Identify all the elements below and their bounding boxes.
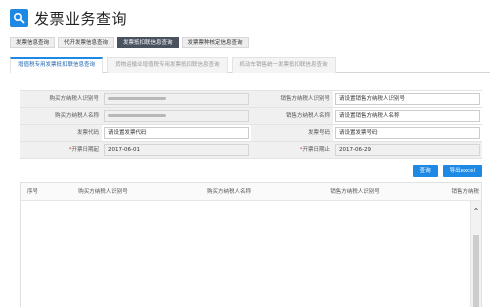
search-icon <box>10 9 28 27</box>
invoice-code-field[interactable]: 请设置发票代码 <box>104 127 249 139</box>
export-excel-button[interactable]: 导出excel <box>442 165 482 177</box>
masked-value <box>108 97 166 100</box>
form-row: 发票代码 请设置发票代码 发票号码 请设置发票号码 <box>20 125 482 142</box>
column-header-seller-name[interactable]: 销售方纳税 <box>413 183 481 200</box>
column-header-index[interactable]: 序号 <box>21 183 45 200</box>
column-header-seller-tax-id[interactable]: 销售方纳税人识别号 <box>297 183 413 200</box>
start-date-label: *开票日期起 <box>20 142 102 158</box>
results-table: 序号 购买方纳税人识别号 购买方纳税人名称 销售方纳税人识别号 销售方纳税 ⌃ <box>20 182 482 307</box>
sub-tab-bar: 增值税专用发票抵扣联信息查询 货物运输业增值税专用发票抵扣联信息查询 机动车销售… <box>10 57 490 73</box>
form-row: *开票日期起 2017-06-01 *开票日期止 2017-06-29 <box>20 142 482 159</box>
form-row: 购买方纳税人识别号 销售方纳税人识别号 请设置销售方纳税人识别号 <box>20 91 482 108</box>
subtab-freight-vat[interactable]: 货物运输业增值税专用发票抵扣联信息查询 <box>107 57 228 73</box>
buyer-tax-id-label: 购买方纳税人识别号 <box>20 91 102 107</box>
invoice-number-field[interactable]: 请设置发票号码 <box>335 127 480 139</box>
scrollbar-thumb[interactable] <box>473 235 479 307</box>
table-header: 序号 购买方纳税人识别号 购买方纳税人名称 销售方纳税人识别号 销售方纳税 <box>21 183 481 201</box>
tab-invoice-type-approval[interactable]: 发票票种核定信息查询 <box>181 37 249 48</box>
seller-name-label: 销售方纳税人名称 <box>251 108 333 124</box>
buyer-name-field[interactable] <box>104 110 249 122</box>
page-header: 发票业务查询 <box>10 8 127 28</box>
page-title: 发票业务查询 <box>34 9 128 28</box>
tab-invoice-info[interactable]: 发票信息查询 <box>10 37 56 48</box>
end-date-field[interactable]: 2017-06-29 <box>335 144 480 156</box>
scroll-up-icon[interactable]: ⌃ <box>471 207 481 216</box>
end-date-label: *开票日期止 <box>251 142 333 158</box>
seller-name-field[interactable]: 请设置销售方纳税人名称 <box>335 110 480 122</box>
subtab-vat-special[interactable]: 增值税专用发票抵扣联信息查询 <box>10 57 104 73</box>
invoice-number-label: 发票号码 <box>251 125 333 141</box>
top-tab-bar: 发票信息查询 代开发票信息查询 发票抵扣联信息查询 发票票种核定信息查询 <box>10 37 252 48</box>
buyer-name-label: 购买方纳税人名称 <box>20 108 102 124</box>
column-header-buyer-tax-id[interactable]: 购买方纳税人识别号 <box>45 183 161 200</box>
tab-agent-invoice-info[interactable]: 代开发票信息查询 <box>58 37 115 48</box>
action-buttons: 查询 导出excel <box>408 165 482 177</box>
tab-deduction-info[interactable]: 发票抵扣联信息查询 <box>117 37 179 48</box>
search-form: 购买方纳税人识别号 销售方纳税人识别号 请设置销售方纳税人识别号 购买方纳税人名… <box>20 90 482 159</box>
form-row: 购买方纳税人名称 销售方纳税人名称 请设置销售方纳税人名称 <box>20 108 482 125</box>
query-button[interactable]: 查询 <box>412 165 438 177</box>
subtab-motor-vehicle[interactable]: 机动车销售统一发票抵扣联信息查询 <box>231 57 336 73</box>
masked-value <box>108 114 166 117</box>
buyer-tax-id-field[interactable] <box>104 93 249 105</box>
column-header-buyer-name[interactable]: 购买方纳税人名称 <box>161 183 297 200</box>
start-date-field[interactable]: 2017-06-01 <box>104 144 249 156</box>
invoice-code-label: 发票代码 <box>20 125 102 141</box>
vertical-scrollbar[interactable]: ⌃ <box>470 201 481 307</box>
seller-tax-id-field[interactable]: 请设置销售方纳税人识别号 <box>335 93 480 105</box>
seller-tax-id-label: 销售方纳税人识别号 <box>251 91 333 107</box>
